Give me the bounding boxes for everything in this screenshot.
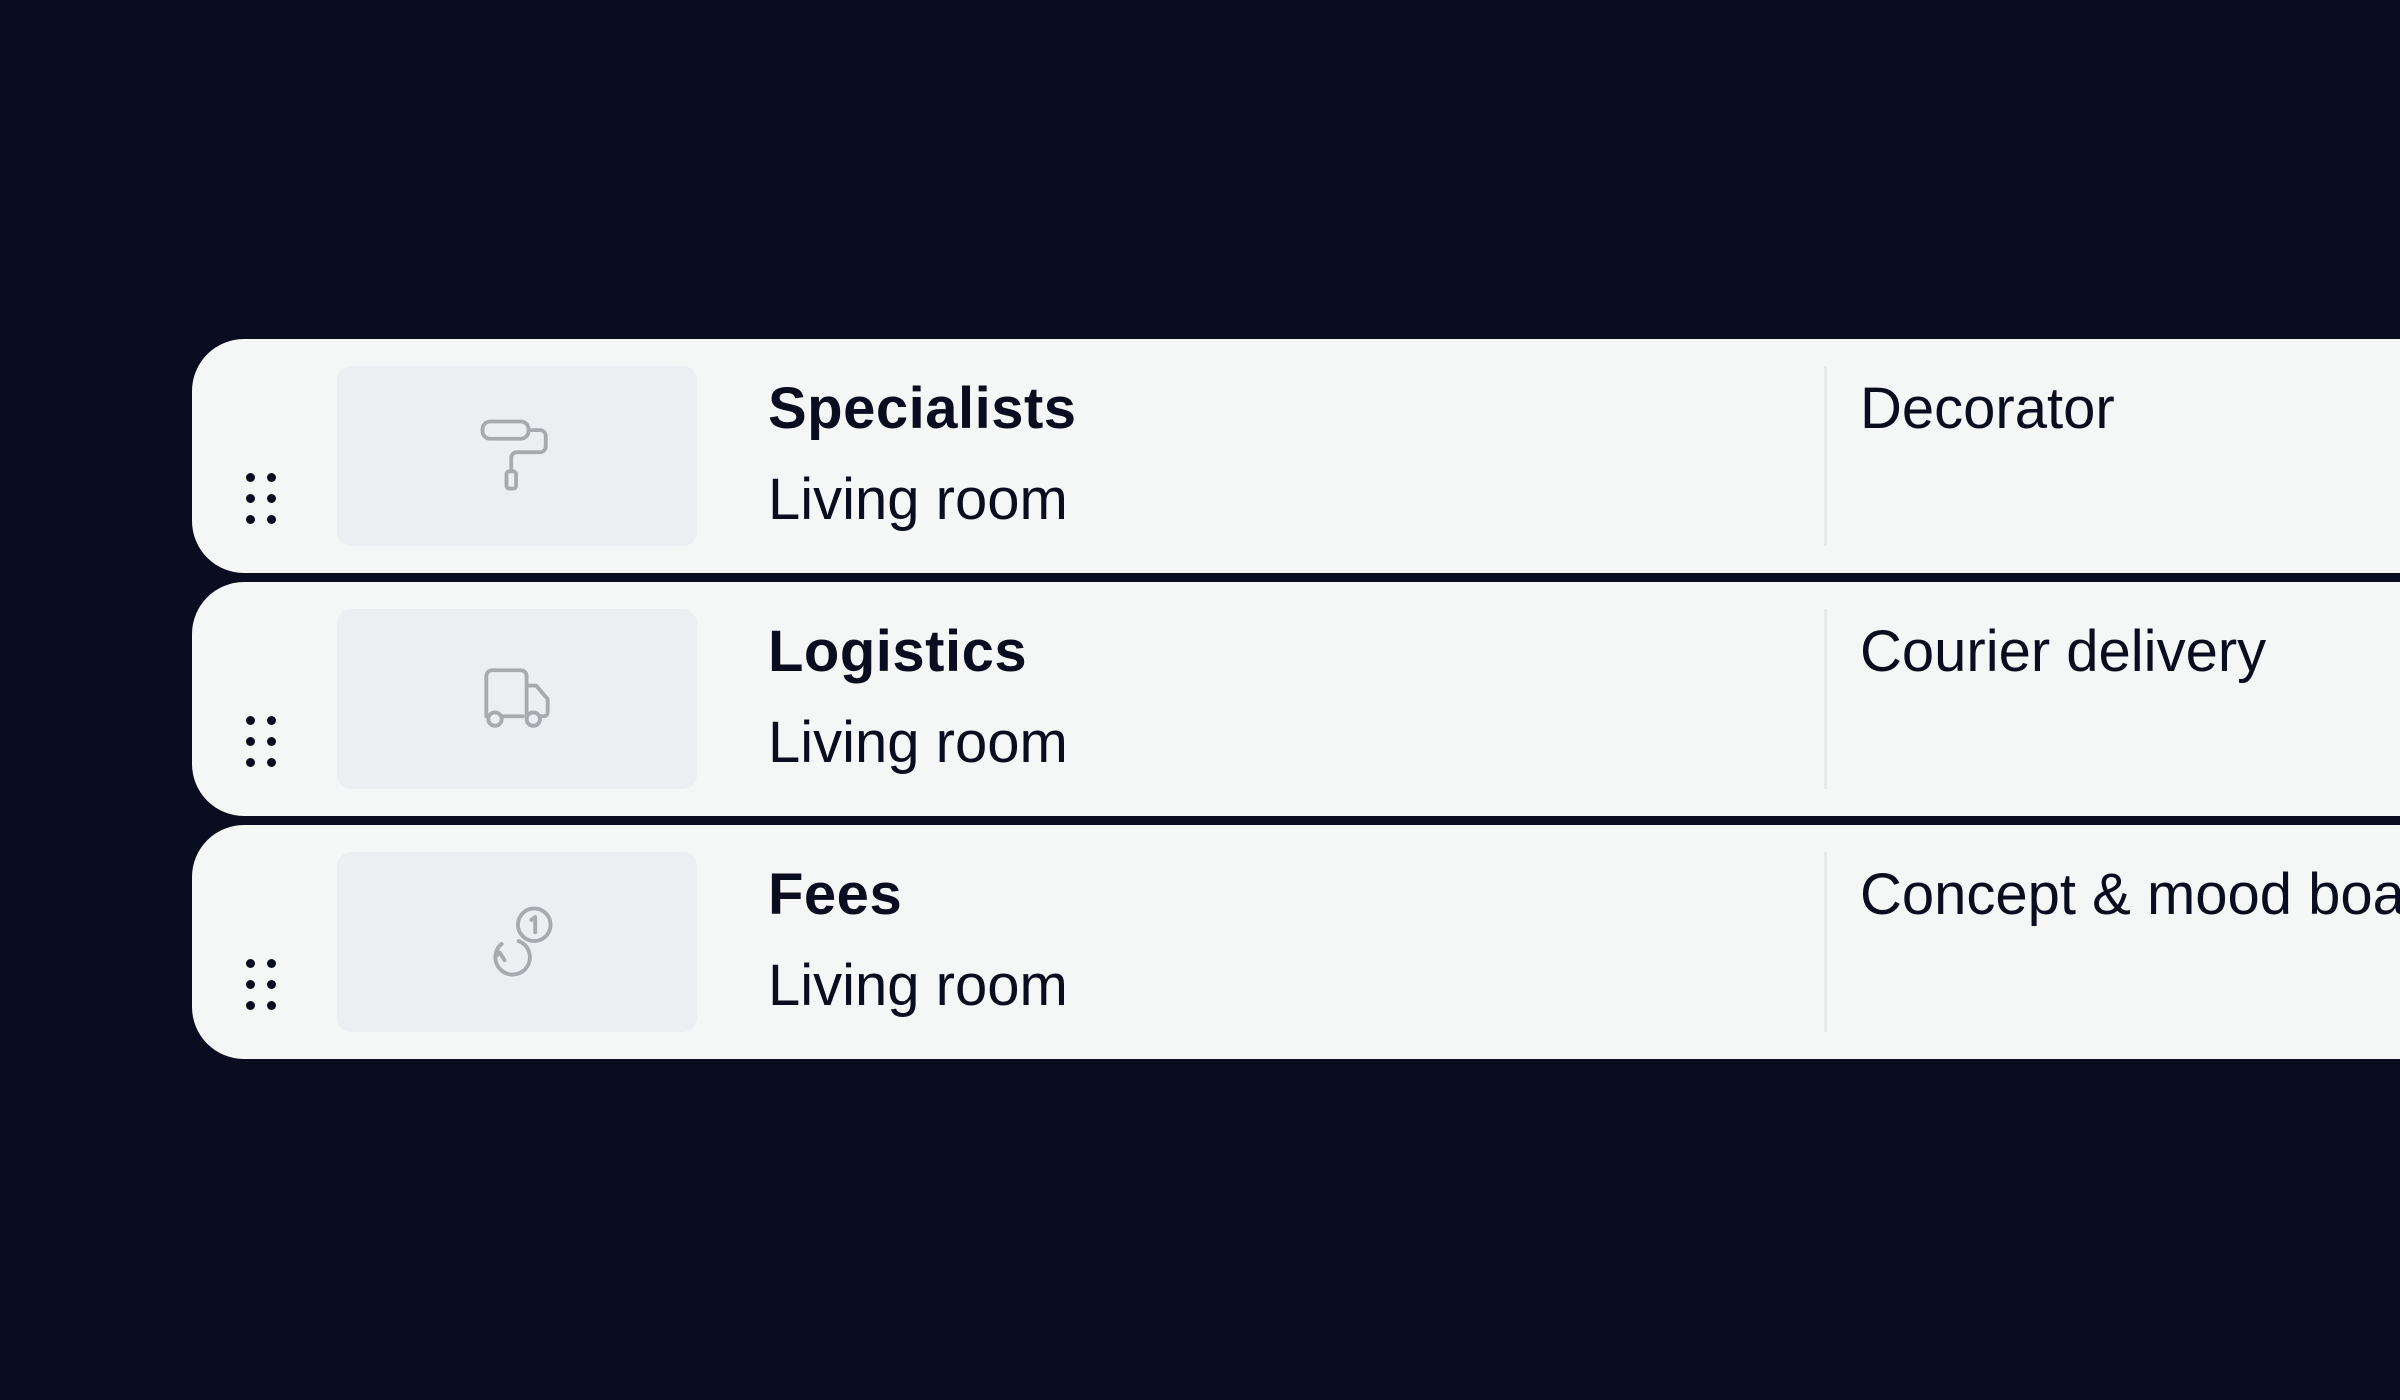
list-item[interactable]: Fees Living room Concept & mood board <box>192 825 2400 1059</box>
drag-handle-icon[interactable] <box>246 716 276 770</box>
item-list: Specialists Living room Decorator Logist… <box>192 339 2400 1068</box>
item-detail: Courier delivery <box>1860 619 2267 684</box>
delivery-truck-icon <box>484 668 550 728</box>
item-thumbnail <box>337 852 697 1032</box>
item-detail: Concept & mood board <box>1860 862 2400 927</box>
coins-icon <box>493 906 553 977</box>
column-divider <box>1824 852 1827 1032</box>
item-title: Specialists <box>768 376 1077 441</box>
column-divider <box>1824 366 1827 546</box>
item-thumbnail <box>337 609 697 789</box>
list-item[interactable]: Logistics Living room Courier delivery <box>192 582 2400 816</box>
item-subtitle: Living room <box>768 953 1068 1018</box>
item-detail: Decorator <box>1860 376 2115 441</box>
item-title: Fees <box>768 862 903 927</box>
list-item[interactable]: Specialists Living room Decorator <box>192 339 2400 573</box>
item-title: Logistics <box>768 619 1028 684</box>
item-thumbnail <box>337 366 697 546</box>
drag-handle-icon[interactable] <box>246 959 276 1013</box>
paint-roller-icon <box>480 419 548 491</box>
column-divider <box>1824 609 1827 789</box>
item-subtitle: Living room <box>768 710 1068 775</box>
drag-handle-icon[interactable] <box>246 473 276 527</box>
item-subtitle: Living room <box>768 467 1068 532</box>
